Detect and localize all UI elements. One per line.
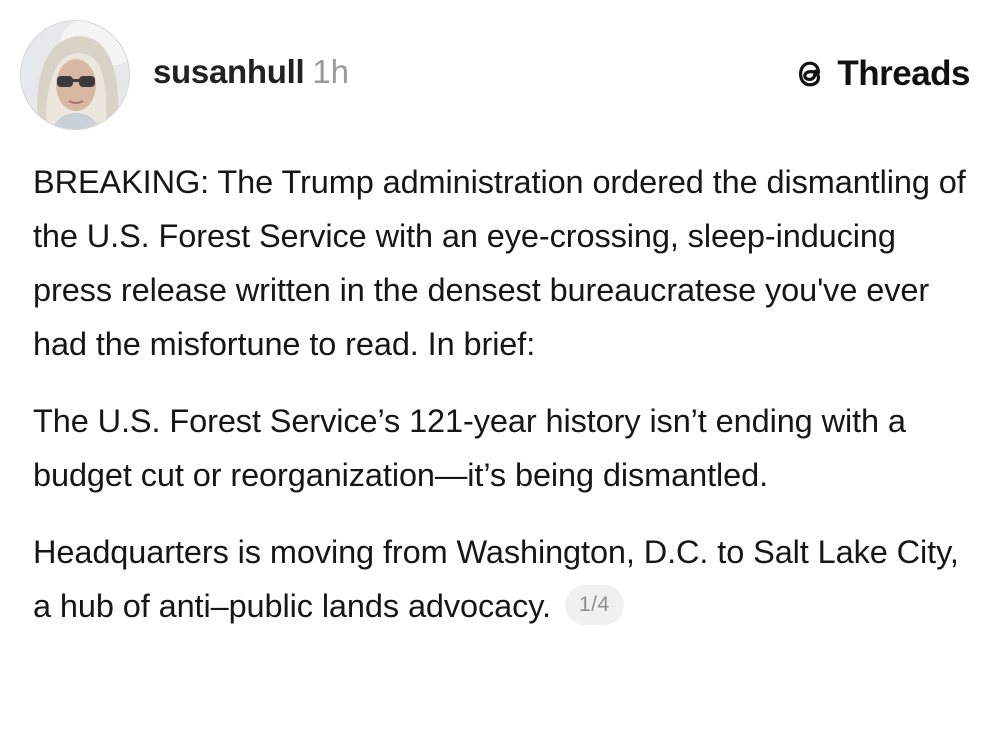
threads-brand[interactable]: Threads — [791, 54, 970, 94]
username[interactable]: susanhull — [153, 53, 305, 90]
threads-logo-icon — [791, 55, 829, 93]
post-paragraph-text: Headquarters is moving from Washington, … — [33, 534, 959, 624]
profile-photo-icon — [21, 21, 129, 129]
post-author: susanhull 1h — [153, 50, 349, 94]
timestamp: 1h — [312, 53, 350, 90]
post-paragraph: BREAKING: The Trump administration order… — [33, 164, 966, 362]
post-paragraph-last: Headquarters is moving from Washington, … — [33, 525, 978, 633]
page-indicator-badge: 1/4 — [564, 585, 624, 626]
post-body: BREAKING: The Trump administration order… — [33, 155, 978, 633]
post-paragraph: The U.S. Forest Service’s 121-year histo… — [33, 403, 906, 493]
post-header: susanhull 1h Threads — [0, 0, 1000, 140]
avatar[interactable] — [20, 20, 130, 130]
threads-wordmark: Threads — [837, 54, 970, 93]
